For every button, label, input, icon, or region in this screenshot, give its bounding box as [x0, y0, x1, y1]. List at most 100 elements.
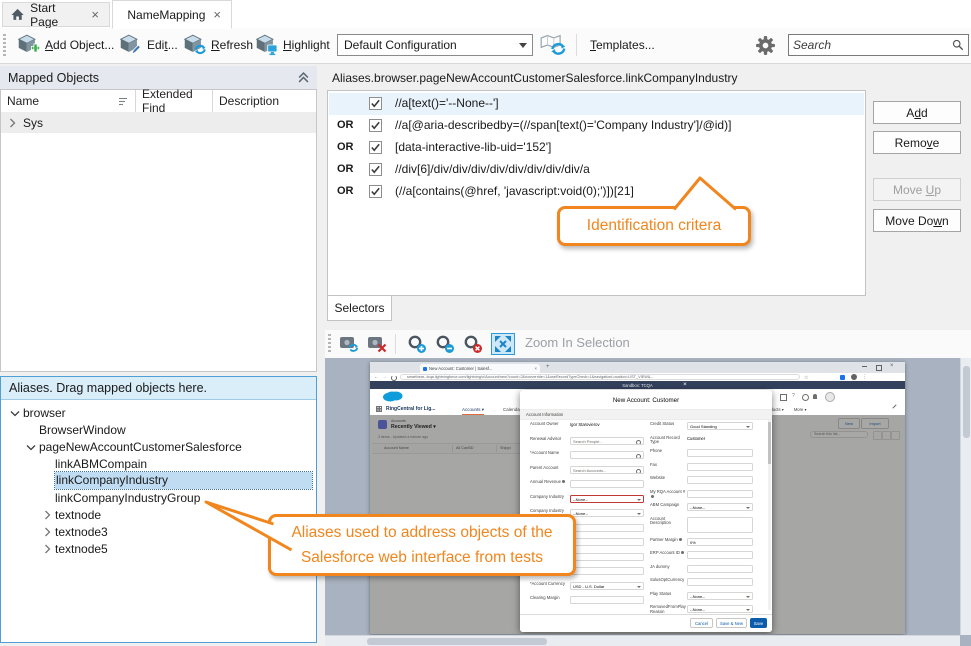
- field-label: JA dummy: [650, 565, 686, 570]
- zoom-in-button[interactable]: [405, 333, 429, 355]
- testcomplete-window: Start Page × NameMapping ×: [0, 0, 971, 646]
- browser-tab: New Account: Customer | Salesf... ×: [420, 364, 540, 373]
- edit-button[interactable]: Edit...: [114, 32, 182, 58]
- viewer-toolbar-grip[interactable]: [328, 334, 331, 354]
- search-icon[interactable]: [952, 38, 964, 52]
- collapse-panel-icon[interactable]: [298, 72, 309, 83]
- tree-item-browser[interactable]: browser: [2, 404, 315, 421]
- zoom-out-button[interactable]: [433, 333, 457, 355]
- add-object-icon: [16, 34, 40, 56]
- selector-checkbox[interactable]: [369, 97, 382, 110]
- selector-row[interactable]: OR//div[6]/div/div/div/div/div/div/div/d…: [329, 159, 864, 181]
- field-input: 0%: [687, 538, 753, 546]
- close-icon[interactable]: ×: [89, 8, 101, 21]
- tree-item-pageNewAccountCustomerSalesforce[interactable]: pageNewAccountCustomerSalesforce: [2, 438, 315, 455]
- field-select: Good Standing: [687, 422, 753, 430]
- field-area: [687, 517, 753, 533]
- configuration-value: Default Configuration: [338, 38, 514, 52]
- tree-item-linkCompanyIndustryGroup[interactable]: linkCompanyIndustryGroup: [2, 489, 315, 506]
- chevron-down-icon[interactable]: [26, 442, 36, 452]
- mapped-objects-tree: Sys: [1, 112, 316, 370]
- column-header-description[interactable]: Description: [213, 90, 316, 112]
- field-input: [687, 449, 753, 457]
- tree-item-Sys[interactable]: Sys: [1, 112, 316, 133]
- field-search: Search Accounts...: [570, 466, 644, 474]
- image-viewer-toolbar: Zoom In Selection: [325, 330, 971, 359]
- tab-selectors[interactable]: Selectors: [327, 296, 392, 321]
- move-up-button[interactable]: Move Up: [873, 178, 961, 201]
- tree-item-label: linkABMCompain: [55, 457, 147, 471]
- viewer-vertical-scrollbar[interactable]: [960, 358, 971, 635]
- field-label: My RQA Account #: [650, 490, 686, 500]
- highlight-button[interactable]: Highlight: [250, 32, 334, 58]
- field-label: Company Industry: [530, 495, 570, 500]
- edit-nav-pencil-icon: [892, 404, 896, 408]
- viewer-horizontal-scrollbar[interactable]: [325, 635, 960, 646]
- selector-expression[interactable]: //a[@aria-describedby=(//span[text()='Co…: [395, 118, 731, 132]
- chevron-down-icon[interactable]: [10, 408, 20, 418]
- aliases-panel: Aliases. Drag mapped objects here. brows…: [0, 376, 317, 643]
- or-operator-label: OR: [337, 141, 354, 153]
- field-label: Partner Margin: [650, 538, 686, 543]
- favicon: [423, 367, 427, 371]
- selector-checkbox[interactable]: [369, 119, 382, 132]
- chevron-down-icon[interactable]: [514, 35, 532, 55]
- selector-checkbox[interactable]: [369, 141, 382, 154]
- field-label: Clearing Margin: [530, 596, 570, 601]
- column-header-extended-find[interactable]: Extended Find: [136, 90, 213, 112]
- settings-button[interactable]: [755, 35, 776, 59]
- tree-item-linkCompanyIndustry[interactable]: linkCompanyIndustry: [2, 472, 315, 489]
- close-icon[interactable]: ×: [211, 8, 223, 21]
- selector-expression[interactable]: //div[6]/div/div/div/div/div/div/div/div…: [395, 162, 590, 176]
- field-value: Customer: [687, 436, 705, 441]
- chevron-right-icon[interactable]: [42, 544, 52, 554]
- move-down-button[interactable]: Move Down: [873, 209, 961, 232]
- selector-expression[interactable]: //a[text()='--None--']: [395, 96, 499, 110]
- field-input: [570, 553, 644, 561]
- tree-item-linkABMCompain[interactable]: linkABMCompain: [2, 455, 315, 472]
- templates-button[interactable]: Templates...: [586, 32, 659, 58]
- search-input[interactable]: [789, 38, 952, 52]
- zoom-reset-icon: [463, 334, 483, 354]
- selector-row[interactable]: //a[text()='--None--']: [329, 93, 864, 115]
- address-pill: smartbear--tcqa.lightningforce.com/light…: [400, 374, 800, 380]
- switch-configuration-button[interactable]: [540, 34, 566, 59]
- tree-item-label: textnode5: [55, 542, 108, 556]
- chevron-right-icon[interactable]: [42, 510, 52, 520]
- selector-row[interactable]: OR [data-interactive-lib-uid='152']: [329, 137, 864, 159]
- tree-item-BrowserWindow[interactable]: BrowserWindow: [2, 421, 315, 438]
- add-selector-button[interactable]: Add: [873, 101, 961, 124]
- refresh-button[interactable]: Refresh: [178, 32, 257, 58]
- selector-expression[interactable]: [data-interactive-lib-uid='152']: [395, 140, 551, 154]
- field-search: Search People...: [570, 437, 644, 445]
- selector-checkbox[interactable]: [369, 185, 382, 198]
- field-select: --None--: [687, 503, 753, 511]
- update-image-button[interactable]: [337, 333, 361, 355]
- field-label: Account Record Type: [650, 436, 686, 446]
- column-header-name[interactable]: Name: [1, 90, 136, 112]
- field-select: --None--: [687, 605, 753, 613]
- selector-expression[interactable]: (//a[contains(@href, 'javascript:void(0)…: [395, 184, 634, 198]
- remove-selector-button[interactable]: Remove: [873, 131, 961, 154]
- select-caret-icon: [746, 596, 750, 598]
- tab-start-page[interactable]: Start Page ×: [2, 2, 110, 27]
- tab-namemapping[interactable]: NameMapping ×: [112, 0, 232, 29]
- select-caret-icon: [746, 507, 750, 509]
- mapped-objects-header: Mapped Objects: [0, 66, 317, 89]
- tree-item-label: Sys: [23, 116, 43, 130]
- zoom-reset-button[interactable]: [461, 333, 485, 355]
- zoom-in-selection-button[interactable]: [491, 333, 515, 355]
- field-input: [687, 463, 753, 471]
- selector-row[interactable]: OR//a[@aria-describedby=(//span[text()='…: [329, 115, 864, 137]
- field-input: [687, 578, 753, 586]
- delete-image-button[interactable]: [365, 333, 389, 355]
- configuration-combobox[interactable]: Default Configuration: [337, 34, 533, 56]
- selector-checkbox[interactable]: [369, 163, 382, 176]
- captured-image-area[interactable]: New Account: Customer | Salesf... × + × …: [325, 358, 971, 646]
- identification-criteria-callout: Identification critera: [557, 206, 751, 246]
- toolbar-grip[interactable]: [3, 34, 6, 56]
- add-object-button[interactable]: Add Object...: [12, 32, 118, 58]
- chevron-right-icon[interactable]: [7, 118, 17, 128]
- selector-row[interactable]: OR(//a[contains(@href, 'javascript:void(…: [329, 181, 864, 203]
- chevron-right-icon[interactable]: [42, 527, 52, 537]
